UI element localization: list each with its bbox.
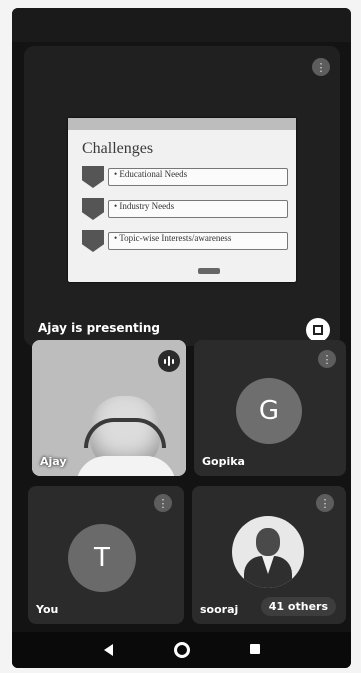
- participant-name: sooraj: [200, 603, 239, 616]
- phone-frame: ⋮ Challenges • Educational Needs • Indus…: [0, 0, 361, 673]
- speaking-indicator-icon: [158, 350, 180, 372]
- chevron-shape: [82, 198, 104, 220]
- participant-tile-gopika[interactable]: ⋮ G Gopika: [194, 340, 346, 476]
- slide-header-bar: [68, 118, 296, 130]
- participant-name: You: [36, 603, 59, 616]
- slide-title: Challenges: [82, 140, 154, 157]
- slide-bullet-row: • Educational Needs: [82, 166, 288, 188]
- fullscreen-button[interactable]: [306, 318, 330, 342]
- recents-icon[interactable]: [250, 644, 260, 654]
- home-icon[interactable]: [174, 642, 190, 658]
- slide-bullet-row: • Industry Needs: [82, 198, 288, 220]
- more-vert-icon[interactable]: ⋮: [316, 494, 334, 512]
- avatar: T: [68, 524, 136, 592]
- presentation-tile[interactable]: ⋮ Challenges • Educational Needs • Indus…: [24, 46, 340, 346]
- avatar: G: [236, 378, 302, 444]
- others-badge[interactable]: 41 others: [260, 597, 336, 616]
- participant-tile-ajay[interactable]: Ajay: [32, 340, 186, 476]
- shared-slide: Challenges • Educational Needs • Industr…: [68, 118, 296, 282]
- participant-tile-sooraj[interactable]: ⋮ sooraj 41 others: [192, 486, 346, 624]
- slide-footer-mark: [198, 268, 220, 274]
- participant-photo: [232, 516, 304, 588]
- participant-name: Gopika: [202, 455, 245, 468]
- system-nav-bar: [12, 632, 351, 668]
- back-icon[interactable]: [104, 644, 113, 656]
- presenting-label: Ajay is presenting: [38, 321, 161, 335]
- more-vert-icon[interactable]: ⋮: [154, 494, 172, 512]
- slide-bullet-row: • Topic-wise Interests/awareness: [82, 230, 288, 252]
- participant-name: Ajay: [40, 455, 67, 468]
- photo-head: [256, 528, 280, 556]
- more-vert-icon[interactable]: ⋮: [318, 350, 336, 368]
- slide-bullet: • Topic-wise Interests/awareness: [114, 233, 232, 243]
- chevron-shape: [82, 166, 104, 188]
- participant-tile-you[interactable]: ⋮ T You: [28, 486, 184, 624]
- fullscreen-icon: [313, 325, 323, 335]
- more-vert-icon[interactable]: ⋮: [312, 58, 330, 76]
- slide-bullet: • Educational Needs: [114, 169, 188, 179]
- meeting-screen: ⋮ Challenges • Educational Needs • Indus…: [12, 8, 351, 668]
- status-bar: [12, 8, 351, 42]
- chevron-shape: [82, 230, 104, 252]
- slide-bullet: • Industry Needs: [114, 201, 175, 211]
